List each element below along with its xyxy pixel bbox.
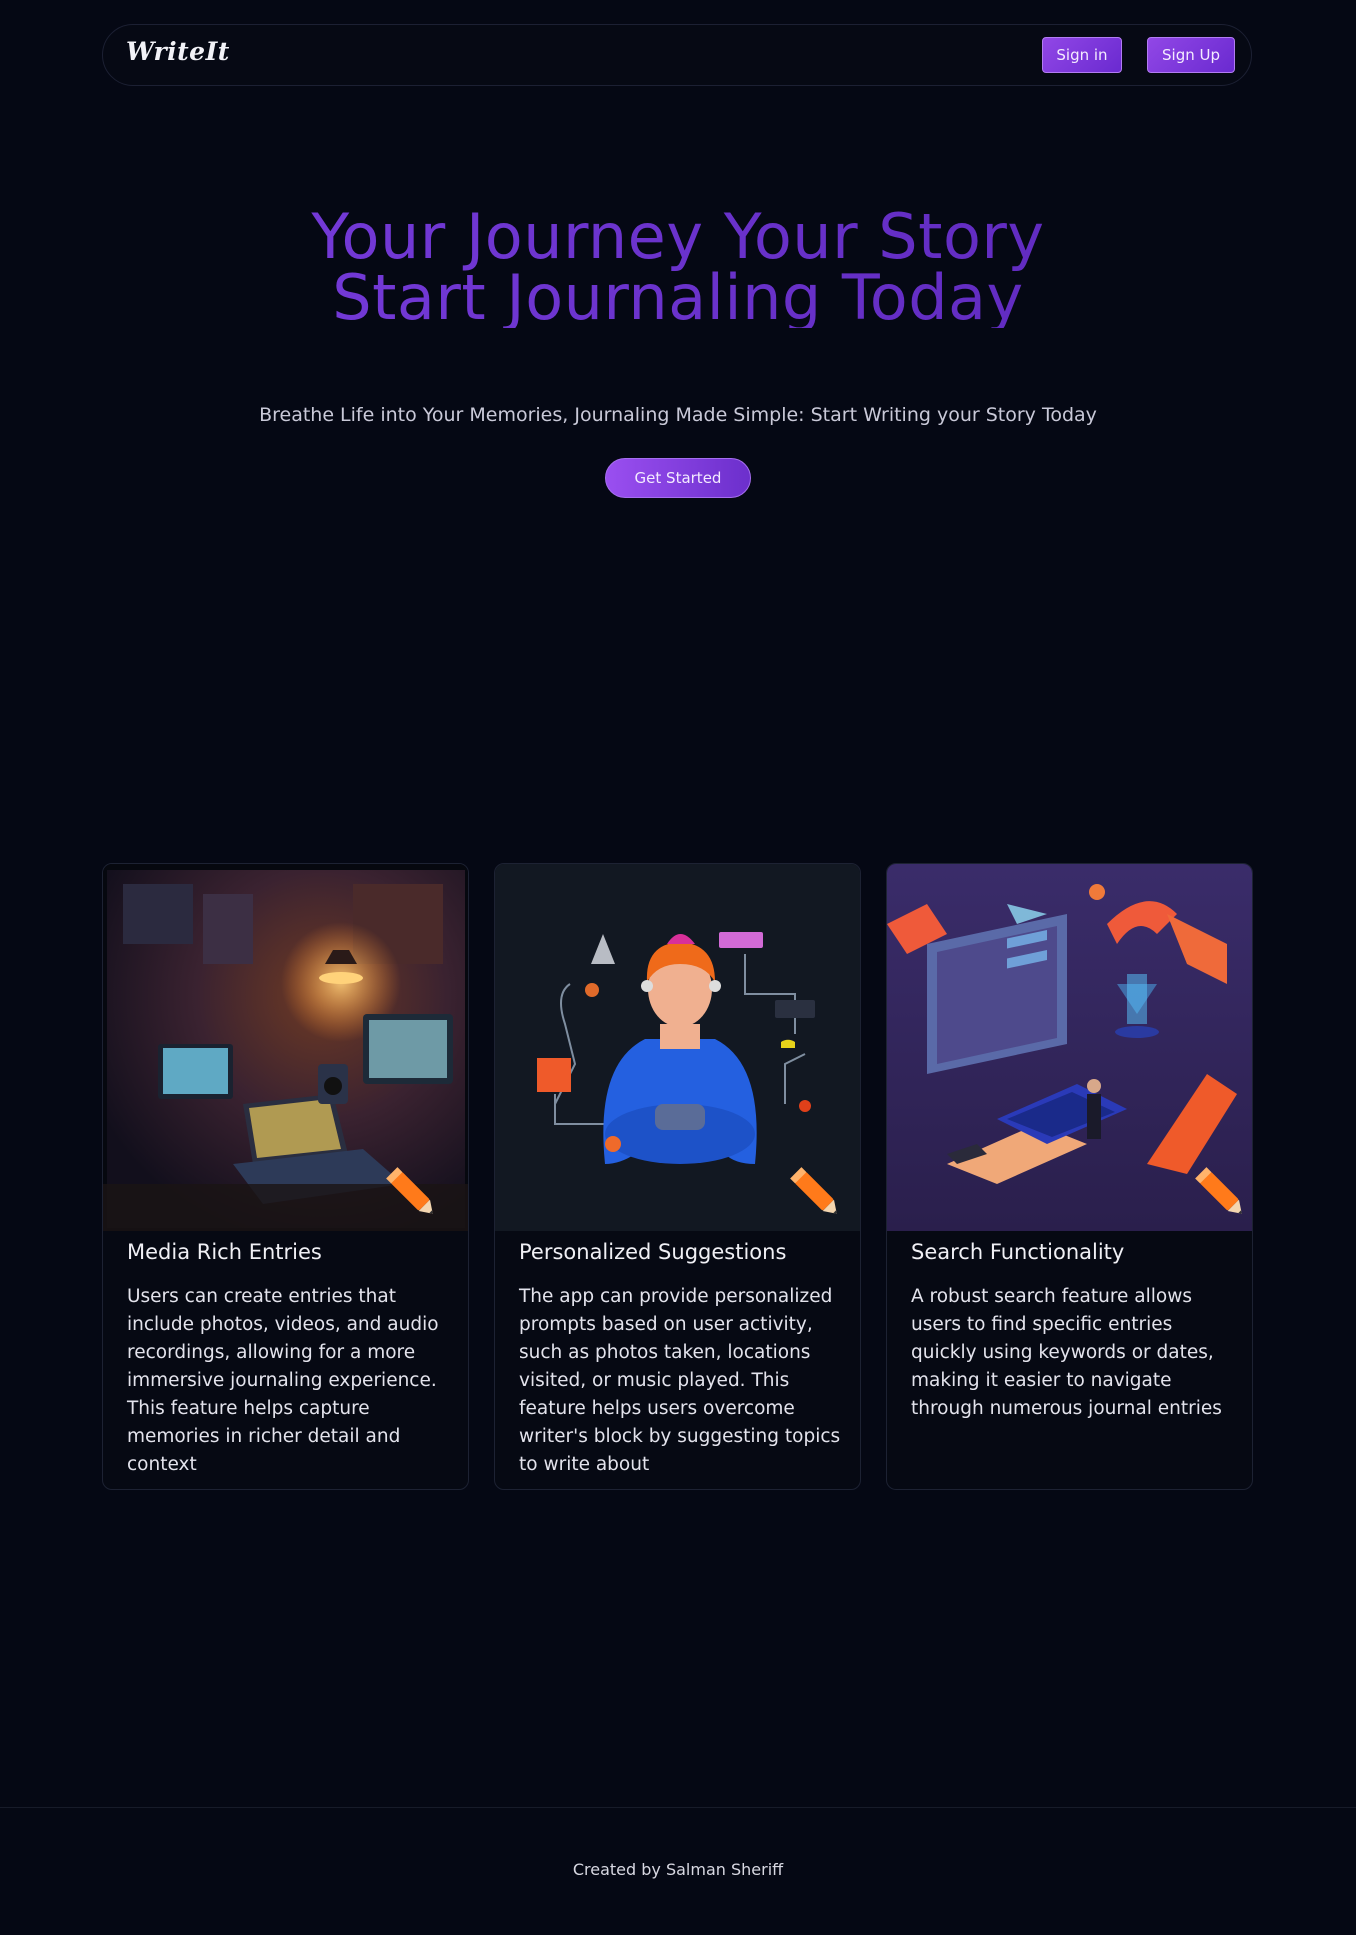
feature-title: Media Rich Entries — [127, 1240, 322, 1264]
feature-image-isometric-workspace — [887, 864, 1252, 1231]
sign-in-button[interactable]: Sign in — [1042, 37, 1122, 73]
hero-title-line-2: Start Journaling Today — [332, 261, 1024, 334]
feature-description: Users can create entries that include ph… — [127, 1286, 439, 1475]
hero-subtitle: Breathe Life into Your Memories, Journal… — [259, 404, 1097, 426]
feature-card-personalized: Personalized Suggestions The app can pro… — [494, 863, 861, 1490]
footer-credit: Created by Salman Sheriff — [572, 1860, 784, 1879]
feature-image-person-illustration — [495, 864, 860, 1231]
feature-title: Search Functionality — [911, 1240, 1125, 1264]
feature-image-desk-setup — [103, 864, 468, 1231]
logo[interactable]: WriteIt — [126, 37, 230, 66]
feature-card-media-rich: Media Rich Entries Users can create entr… — [102, 863, 469, 1490]
feature-description: The app can provide personalized prompts… — [519, 1286, 841, 1475]
top-navbar: WriteIt Sign in Sign Up — [102, 24, 1252, 86]
feature-card-search: Search Functionality A robust search fea… — [886, 863, 1253, 1490]
footer-divider — [0, 1807, 1356, 1808]
feature-description: A robust search feature allows users to … — [911, 1286, 1222, 1419]
feature-title: Personalized Suggestions — [519, 1240, 787, 1264]
hero-title: Your Journey Your Story Start Journaling… — [0, 206, 1356, 328]
hero-title-line-1: Your Journey Your Story — [311, 200, 1045, 273]
get-started-button[interactable]: Get Started — [605, 458, 751, 498]
sign-up-button[interactable]: Sign Up — [1147, 37, 1235, 73]
